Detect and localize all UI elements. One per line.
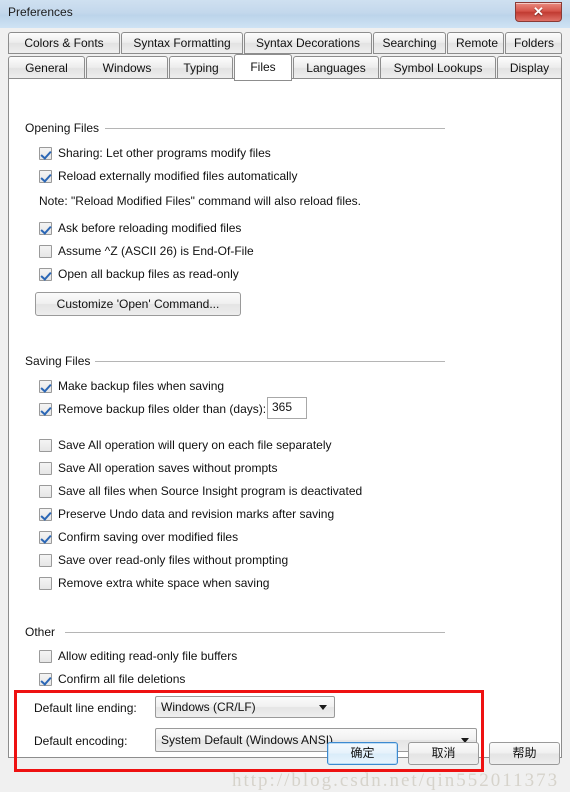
checkbox-indicator[interactable]: [39, 507, 52, 521]
checkbox-label: Sharing: Let other programs modify files: [58, 146, 271, 160]
tab-display[interactable]: Display: [497, 56, 562, 80]
checkbox-indicator[interactable]: [39, 379, 52, 393]
checkbox-label: Confirm all file deletions: [58, 672, 186, 686]
checkbox-label: Save all files when Source Insight progr…: [58, 484, 363, 498]
checkbox-confirm-file-deletions[interactable]: Confirm all file deletions: [39, 670, 185, 688]
checkbox-indicator[interactable]: [39, 221, 52, 235]
cancel-button[interactable]: 取消: [408, 742, 479, 765]
checkbox-indicator[interactable]: [39, 169, 52, 183]
tab-colors-fonts[interactable]: Colors & Fonts: [8, 32, 120, 54]
group-title-other: Other: [25, 625, 62, 639]
checkbox-label: Open all backup files as read-only: [58, 267, 239, 281]
reload-note-text: Note: "Reload Modified Files" command wi…: [39, 194, 361, 208]
tab-syntax-formatting[interactable]: Syntax Formatting: [121, 32, 243, 54]
tab-folders[interactable]: Folders: [505, 32, 562, 54]
window-title: Preferences: [8, 5, 73, 19]
tab-remote[interactable]: Remote: [447, 32, 504, 54]
checkbox-save-all-query-each[interactable]: Save All operation will query on each fi…: [39, 436, 332, 454]
checkbox-make-backup-files[interactable]: Make backup files when saving: [39, 377, 224, 395]
checkbox-allow-edit-readonly[interactable]: Allow editing read-only file buffers: [39, 647, 237, 665]
checkbox-label: Ask before reloading modified files: [58, 221, 242, 235]
checkbox-indicator[interactable]: [39, 402, 52, 416]
ok-button[interactable]: 确定: [327, 742, 398, 765]
group-title-saving-files: Saving Files: [25, 354, 97, 368]
group-title-opening-files: Opening Files: [25, 121, 106, 135]
default-encoding-value: System Default (Windows ANSI): [161, 733, 334, 747]
checkbox-ask-before-reloading[interactable]: Ask before reloading modified files: [39, 219, 241, 237]
tab-symbol-lookups[interactable]: Symbol Lookups: [380, 56, 496, 80]
checkbox-indicator[interactable]: [39, 553, 52, 567]
group-divider-saving-files: [95, 361, 445, 362]
checkbox-remove-white-space[interactable]: Remove extra white space when saving: [39, 574, 269, 592]
tab-files[interactable]: Files: [234, 54, 292, 81]
close-icon[interactable]: ✕: [515, 2, 562, 22]
customize-open-command-button[interactable]: Customize 'Open' Command...: [35, 292, 241, 316]
checkbox-indicator[interactable]: [39, 244, 52, 258]
checkbox-label: Allow editing read-only file buffers: [58, 649, 238, 663]
tab-typing[interactable]: Typing: [169, 56, 233, 80]
checkbox-assume-ctrl-z-eof[interactable]: Assume ^Z (ASCII 26) is End-Of-File: [39, 242, 254, 260]
tab-languages[interactable]: Languages: [293, 56, 379, 80]
checkbox-label: Save All operation saves without prompts: [58, 461, 278, 475]
watermark-text: http://blog.csdn.net/qin552011373: [232, 770, 560, 791]
checkbox-open-backup-readonly[interactable]: Open all backup files as read-only: [39, 265, 239, 283]
window-titlebar: Preferences ✕: [0, 0, 570, 28]
checkbox-confirm-saving-modified[interactable]: Confirm saving over modified files: [39, 528, 238, 546]
checkbox-indicator[interactable]: [39, 530, 52, 544]
files-settings-panel: Opening Files Sharing: Let other program…: [8, 78, 562, 758]
checkbox-indicator[interactable]: [39, 146, 52, 160]
checkbox-label: Remove extra white space when saving: [58, 576, 270, 590]
checkbox-save-on-deactivate[interactable]: Save all files when Source Insight progr…: [39, 482, 362, 500]
tab-general[interactable]: General: [8, 56, 85, 80]
checkbox-indicator[interactable]: [39, 672, 52, 686]
checkbox-sharing[interactable]: Sharing: Let other programs modify files: [39, 144, 271, 162]
group-divider-opening-files: [105, 128, 445, 129]
tab-syntax-decorations[interactable]: Syntax Decorations: [244, 32, 372, 54]
checkbox-indicator[interactable]: [39, 649, 52, 663]
checkbox-label: Make backup files when saving: [58, 379, 225, 393]
checkbox-save-all-without-prompts[interactable]: Save All operation saves without prompts: [39, 459, 277, 477]
checkbox-label: Save over read-only files without prompt…: [58, 553, 289, 567]
chevron-down-icon[interactable]: [319, 705, 327, 710]
checkbox-indicator[interactable]: [39, 438, 52, 452]
checkbox-indicator[interactable]: [39, 576, 52, 590]
tab-windows[interactable]: Windows: [86, 56, 168, 80]
label-default-encoding: Default encoding:: [34, 734, 128, 748]
checkbox-preserve-undo-data[interactable]: Preserve Undo data and revision marks af…: [39, 505, 334, 523]
checkbox-label: Preserve Undo data and revision marks af…: [58, 507, 335, 521]
backup-days-input[interactable]: 365: [267, 397, 307, 419]
checkbox-indicator[interactable]: [39, 267, 52, 281]
group-divider-other: [65, 632, 445, 633]
default-line-ending-dropdown[interactable]: Windows (CR/LF): [155, 696, 335, 718]
checkbox-label: Remove backup files older than (days):: [58, 402, 267, 416]
checkbox-indicator[interactable]: [39, 461, 52, 475]
checkbox-indicator[interactable]: [39, 484, 52, 498]
checkbox-label: Confirm saving over modified files: [58, 530, 239, 544]
checkbox-label: Save All operation will query on each fi…: [58, 438, 332, 452]
checkbox-reload-externally[interactable]: Reload externally modified files automat…: [39, 167, 297, 185]
checkbox-label: Reload externally modified files automat…: [58, 169, 298, 183]
tab-searching[interactable]: Searching: [373, 32, 446, 54]
default-line-ending-value: Windows (CR/LF): [161, 700, 256, 714]
checkbox-save-over-readonly[interactable]: Save over read-only files without prompt…: [39, 551, 288, 569]
preferences-dialog: Colors & Fonts Syntax Formatting Syntax …: [0, 28, 570, 791]
checkbox-remove-old-backups[interactable]: Remove backup files older than (days):: [39, 400, 266, 418]
label-default-line-ending: Default line ending:: [34, 701, 137, 715]
tab-bar: Colors & Fonts Syntax Formatting Syntax …: [8, 32, 562, 81]
help-button[interactable]: 帮助: [489, 742, 560, 765]
checkbox-label: Assume ^Z (ASCII 26) is End-Of-File: [58, 244, 254, 258]
